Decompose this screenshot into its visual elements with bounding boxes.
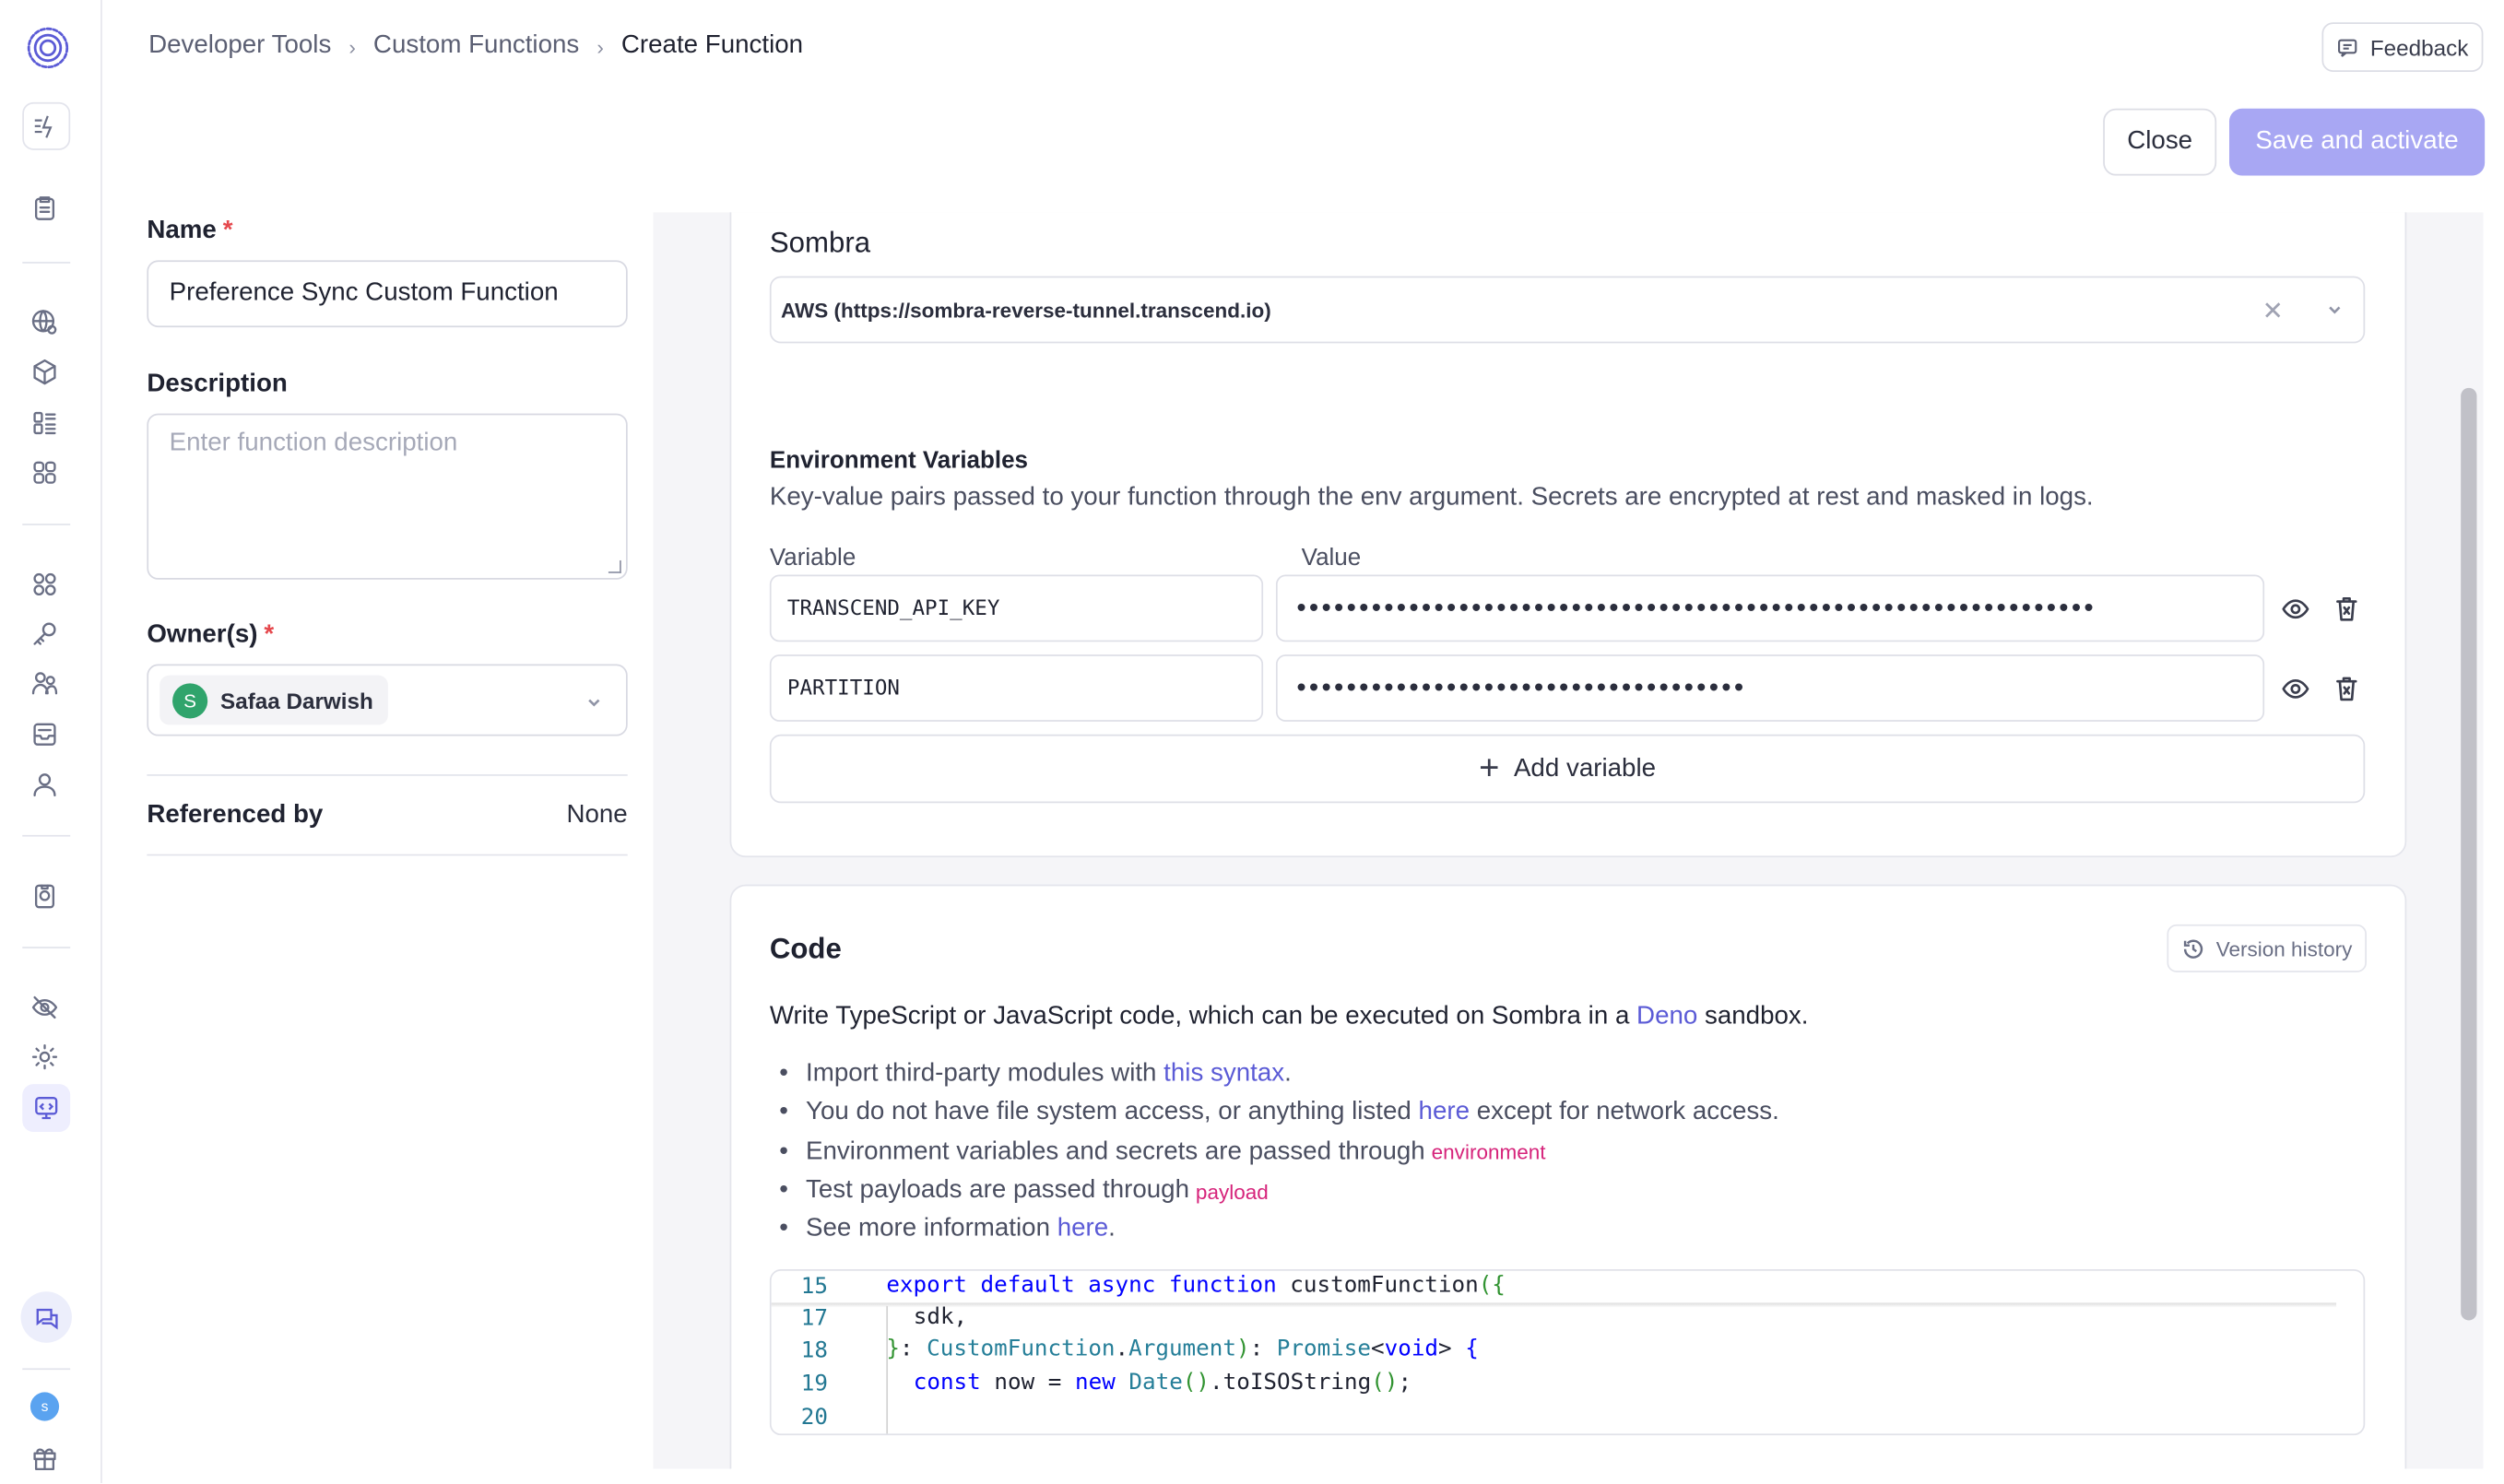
breadcrumb-custom-functions[interactable]: Custom Functions — [373, 32, 579, 61]
code-editor[interactable]: 15 export default async function customF… — [769, 1269, 2366, 1436]
key-icon[interactable] — [29, 618, 61, 650]
code-line: sdk, — [913, 1304, 968, 1330]
env-vars-description: Key-value pairs passed to your function … — [769, 483, 2094, 512]
trash-icon[interactable] — [2330, 672, 2362, 704]
sombra-title: Sombra — [769, 226, 871, 259]
line-number: 17 — [800, 1305, 828, 1332]
resize-handle-icon[interactable] — [608, 559, 621, 573]
line-number: 19 — [800, 1371, 828, 1397]
value-column-header: Value — [1301, 544, 1362, 572]
users-icon[interactable] — [29, 667, 61, 700]
name-label: Name * — [147, 217, 233, 245]
code-instructions: Import third-party modules with this syn… — [770, 1055, 1779, 1249]
breadcrumb: Developer Tools › Custom Functions › Cre… — [148, 32, 803, 61]
description-textarea[interactable]: Enter function description — [147, 413, 628, 580]
assessment-icon[interactable] — [29, 879, 61, 912]
more-info-link[interactable]: here — [1057, 1216, 1108, 1244]
description-label: Description — [147, 370, 288, 398]
chevron-right-icon: › — [596, 34, 604, 59]
line-number: 20 — [800, 1405, 828, 1431]
referenced-by-value: None — [566, 800, 628, 829]
line-number: 15 — [800, 1274, 828, 1300]
referenced-by-row: Referenced by None — [147, 774, 628, 856]
description-placeholder: Enter function description — [169, 429, 458, 457]
owner-chip[interactable]: S Safaa Darwish — [159, 675, 388, 725]
add-variable-button[interactable]: + Add variable — [769, 734, 2366, 804]
here-link[interactable]: here — [1419, 1099, 1470, 1127]
save-and-activate-button[interactable]: Save and activate — [2229, 108, 2486, 176]
env-key-input[interactable]: TRANSCEND_API_KEY — [769, 574, 1264, 642]
env-value-input[interactable]: ••••••••••••••••••••••••••••••••••••••••… — [1275, 574, 2265, 642]
list-item: Import third-party modules with this syn… — [770, 1055, 1779, 1094]
version-history-button[interactable]: Version history — [2166, 924, 2367, 972]
gift-icon[interactable] — [29, 1442, 61, 1474]
code-line: const now = new Date().toISOString(); — [913, 1370, 1412, 1396]
globe-icon[interactable] — [29, 307, 61, 339]
integrations-icon[interactable] — [29, 569, 61, 601]
apps-icon[interactable] — [29, 456, 61, 489]
eye-off-icon[interactable] — [29, 992, 61, 1024]
env-value-input[interactable]: •••••••••••••••••••••••••••••••••••• — [1275, 654, 2265, 722]
chevron-down-icon[interactable] — [2325, 300, 2345, 324]
code-line: }: CustomFunction.Argument): Promise<voi… — [886, 1336, 1479, 1362]
history-icon — [2183, 938, 2203, 958]
logo-icon[interactable] — [26, 26, 70, 70]
add-variable-label: Add variable — [1513, 754, 1657, 782]
name-input[interactable]: Preference Sync Custom Function — [147, 260, 628, 328]
line-number: 18 — [800, 1337, 828, 1364]
owners-select[interactable]: S Safaa Darwish — [147, 664, 628, 736]
inbox-icon[interactable] — [29, 718, 61, 750]
developer-tools-icon[interactable] — [22, 1084, 71, 1133]
feedback-label: Feedback — [2369, 34, 2469, 60]
sombra-select[interactable]: AWS (https://sombra-reverse-tunnel.trans… — [769, 276, 2366, 344]
avatar[interactable]: s — [30, 1392, 60, 1421]
left-rail: s — [0, 0, 102, 1484]
inline-code: payload — [1195, 1179, 1269, 1204]
owners-label: Owner(s) * — [147, 620, 275, 649]
chat-icon[interactable] — [20, 1291, 72, 1343]
dashboard-icon[interactable] — [29, 407, 61, 440]
code-line: export default async function customFunc… — [886, 1272, 1506, 1299]
list-item: You do not have file system access, or a… — [770, 1094, 1779, 1133]
referenced-by-label: Referenced by — [147, 800, 324, 829]
list-item: Test payloads are passed throughpayload — [770, 1172, 1779, 1210]
gear-icon[interactable] — [29, 1041, 61, 1073]
feedback-icon — [2338, 38, 2357, 57]
owner-name: Safaa Darwish — [220, 687, 373, 713]
user-icon[interactable] — [29, 768, 61, 800]
version-history-label: Version history — [2215, 936, 2353, 960]
owner-avatar: S — [172, 682, 208, 718]
eye-icon[interactable] — [2279, 672, 2311, 704]
deno-link[interactable]: Deno — [1636, 1003, 1697, 1030]
chevron-right-icon: › — [348, 34, 356, 59]
list-item: See more information here. — [770, 1210, 1779, 1249]
variable-column-header: Variable — [769, 544, 856, 572]
syntax-link[interactable]: this syntax — [1163, 1060, 1284, 1089]
eye-icon[interactable] — [2279, 593, 2311, 625]
scrollbar[interactable] — [2461, 387, 2477, 1321]
cube-icon[interactable] — [29, 356, 61, 388]
sombra-selected-value: AWS (https://sombra-reverse-tunnel.trans… — [780, 298, 1271, 323]
activity-icon[interactable] — [22, 101, 71, 150]
close-button[interactable]: Close — [2103, 108, 2217, 176]
clear-icon[interactable]: ✕ — [2262, 295, 2284, 327]
function-form: Name * Preference Sync Custom Function De… — [147, 212, 628, 856]
plus-icon: + — [1479, 746, 1500, 787]
code-card: Code Version history Write TypeScript or… — [729, 884, 2407, 1469]
chevron-down-icon[interactable] — [585, 691, 604, 720]
main-panel: Sombra AWS (https://sombra-reverse-tunne… — [653, 212, 2484, 1469]
code-title: Code — [769, 932, 842, 965]
clipboard-icon[interactable] — [29, 192, 61, 224]
code-intro: Write TypeScript or JavaScript code, whi… — [769, 1002, 1809, 1031]
sombra-card: Sombra AWS (https://sombra-reverse-tunne… — [729, 212, 2407, 858]
trash-icon[interactable] — [2330, 593, 2362, 625]
feedback-button[interactable]: Feedback — [2321, 22, 2484, 72]
env-vars-title: Environment Variables — [769, 446, 1029, 475]
breadcrumb-developer-tools[interactable]: Developer Tools — [148, 32, 331, 61]
breadcrumb-current: Create Function — [620, 31, 804, 60]
list-item: Environment variables and secrets are pa… — [770, 1133, 1779, 1172]
inline-code: environment — [1431, 1140, 1546, 1165]
env-key-input[interactable]: PARTITION — [769, 654, 1264, 722]
